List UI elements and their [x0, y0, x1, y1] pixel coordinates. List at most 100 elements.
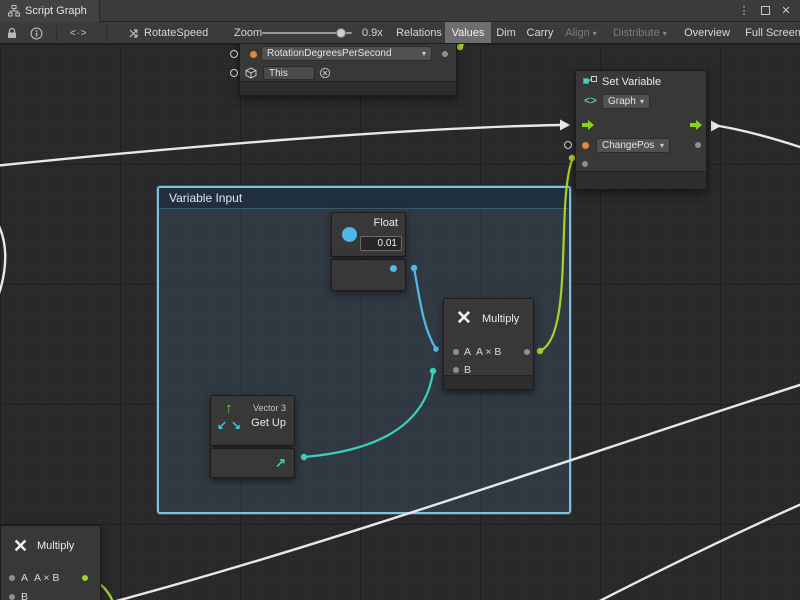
unity-script-graph-window: Script Graph ⋮ ✕ <∙>	[0, 0, 800, 600]
value-input-port[interactable]	[582, 161, 588, 167]
tab-script-graph[interactable]: Script Graph	[0, 0, 100, 22]
input-port-b[interactable]	[453, 367, 459, 373]
group-title: Variable Input	[169, 191, 242, 205]
port-label-ab: A × B	[476, 346, 501, 358]
wire-arrowhead	[560, 120, 570, 131]
node-vector3-output[interactable]: ↗	[210, 448, 295, 478]
input-port-a[interactable]	[453, 349, 459, 355]
variable-name: ChangePos	[602, 140, 654, 151]
arrow-up-icon: ↑	[225, 400, 233, 417]
self-target-icon[interactable]	[319, 67, 331, 79]
node-multiply-bottom[interactable]: ✕ Multiply A A × B B	[0, 525, 101, 600]
graph-canvas[interactable]: Variable Input	[0, 44, 800, 600]
float-output-port[interactable]	[390, 265, 397, 272]
chevron-down-icon: ▾	[656, 141, 664, 150]
node-set-variable[interactable]: Set Variable <> Graph ▾ ChangePos ▾	[575, 70, 707, 190]
tab-title: Script Graph	[25, 5, 87, 17]
node-float-output[interactable]	[331, 259, 406, 291]
node-footer	[444, 375, 533, 389]
relations-button[interactable]: Relations	[393, 22, 445, 44]
zoom-slider[interactable]	[262, 22, 354, 44]
dim-button[interactable]: Dim	[491, 22, 521, 44]
distribute-button[interactable]: Distribute ▾	[603, 22, 677, 44]
float-value-field[interactable]: 0.01	[360, 236, 402, 251]
graph-breadcrumb[interactable]: RotateSpeed	[128, 22, 208, 44]
flow-out-port[interactable]	[690, 119, 702, 131]
port-label-ab: A × B	[34, 572, 59, 584]
zoom-slider-handle[interactable]	[336, 28, 346, 38]
values-button[interactable]: Values	[445, 22, 491, 44]
menu-kebab-icon[interactable]: ⋮	[735, 2, 753, 20]
lock-icon[interactable]	[6, 22, 18, 44]
node-vector3-get-up[interactable]: ↑ ↙ ↘ Vector 3 Get Up	[210, 395, 295, 446]
input-port-ring[interactable]	[564, 141, 572, 149]
graph-toolbar: <∙> RotateSpeed Zoom 0.9x Relations Valu…	[0, 22, 800, 44]
node-title: Float	[374, 217, 398, 229]
node-title: Multiply	[37, 540, 74, 552]
scope-dropdown[interactable]: Graph ▾	[602, 94, 650, 109]
info-icon[interactable]	[30, 22, 43, 44]
variable-name-dropdown[interactable]: RotationDegreesPerSecond ▾	[261, 46, 432, 61]
scope-label: Graph	[608, 96, 636, 107]
node-type-label: Vector 3	[253, 403, 286, 413]
multiply-icon: ✕	[456, 307, 472, 330]
zoom-label: Zoom	[234, 22, 262, 44]
toolbar-separator	[56, 25, 57, 41]
variable-brackets-icon: <>	[584, 95, 597, 107]
node-multiply-center[interactable]: ✕ Multiply A A × B B	[443, 298, 534, 390]
window-controls: ⋮ ✕	[735, 2, 800, 20]
variable-port-dot[interactable]	[582, 142, 589, 149]
cube-icon	[245, 67, 257, 79]
node-get-variable[interactable]: RotationDegreesPerSecond ▾ This	[239, 44, 457, 96]
input-port-ring[interactable]	[230, 50, 238, 58]
graph-name: RotateSpeed	[144, 27, 208, 39]
target-label: This	[269, 68, 288, 79]
node-title: Get Up	[251, 417, 286, 429]
port-label-a: A	[464, 346, 471, 358]
multiply-icon: ✕	[13, 536, 28, 557]
fullscreen-button[interactable]: Full Screen	[737, 22, 800, 44]
group-header[interactable]: Variable Input	[159, 188, 569, 209]
wire-white-short	[586, 502, 800, 600]
input-port-ring[interactable]	[230, 69, 238, 77]
wire-white-edge	[0, 224, 5, 318]
port-label-a: A	[21, 572, 28, 584]
node-footer	[240, 81, 456, 95]
output-port-ab[interactable]	[524, 349, 530, 355]
input-port-a[interactable]	[9, 575, 15, 581]
align-button[interactable]: Align ▾	[559, 22, 603, 44]
chevron-down-icon: ▾	[593, 29, 597, 38]
port-label-b: B	[21, 591, 28, 600]
float-value: 0.01	[378, 238, 397, 249]
zoom-value: 0.9x	[362, 22, 383, 44]
node-float-literal[interactable]: Float 0.01	[331, 212, 406, 257]
overview-button[interactable]: Overview	[677, 22, 737, 44]
input-port-b[interactable]	[9, 594, 15, 600]
wire-white-in	[0, 125, 560, 166]
wire-green-top	[460, 44, 474, 47]
variable-name: RotationDegreesPerSecond	[267, 48, 392, 59]
connection-values-icon[interactable]: <∙>	[70, 22, 87, 44]
arrow-down-right-icon: ↘	[231, 418, 241, 432]
flow-in-port[interactable]	[582, 119, 594, 131]
titlebar: Script Graph ⋮ ✕	[0, 0, 800, 22]
maximize-icon[interactable]	[756, 2, 774, 20]
output-port[interactable]	[695, 142, 701, 148]
chevron-down-icon: ▾	[636, 97, 644, 106]
float-type-icon	[342, 227, 357, 242]
chevron-down-icon: ▾	[663, 29, 667, 38]
script-graph-icon	[8, 5, 20, 17]
close-icon[interactable]: ✕	[777, 2, 795, 20]
output-port[interactable]	[442, 51, 448, 57]
chevron-down-icon: ▾	[418, 49, 426, 58]
node-title: Multiply	[482, 313, 519, 325]
variable-port-dot[interactable]	[250, 51, 257, 58]
set-variable-icon	[583, 76, 597, 88]
variable-name-dropdown[interactable]: ChangePos ▾	[596, 138, 670, 153]
carry-button[interactable]: Carry	[521, 22, 559, 44]
node-footer	[576, 171, 706, 189]
arrow-down-left-icon: ↙	[217, 418, 227, 432]
target-object-field[interactable]: This	[263, 66, 315, 80]
output-port-ab[interactable]	[82, 575, 88, 581]
wire-arrowhead	[711, 121, 721, 132]
